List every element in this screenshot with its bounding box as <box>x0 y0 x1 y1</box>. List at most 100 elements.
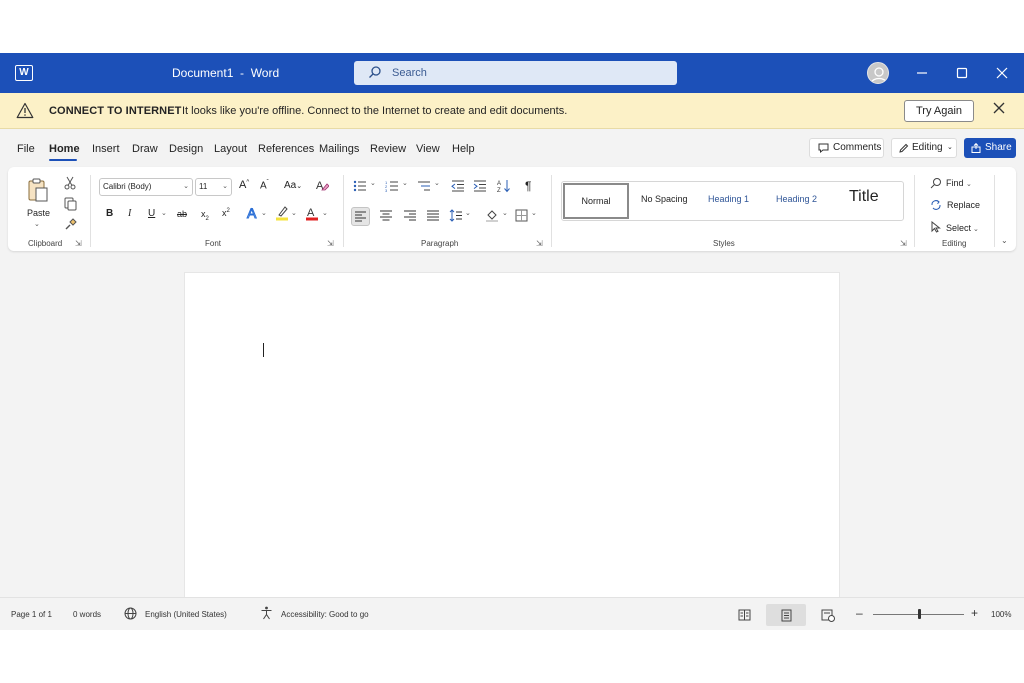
tab-view[interactable]: View <box>416 143 440 155</box>
style-heading-2[interactable]: Heading 2 <box>776 194 817 204</box>
decrease-indent-icon[interactable] <box>451 180 465 192</box>
zoom-slider-thumb[interactable] <box>917 609 921 619</box>
search-box[interactable]: Search <box>354 61 677 85</box>
tab-layout[interactable]: Layout <box>214 143 247 155</box>
borders-icon[interactable] <box>515 209 528 222</box>
collapse-ribbon-icon[interactable]: ⌄ <box>1001 236 1008 245</box>
zoom-out-icon[interactable]: – <box>856 606 863 620</box>
change-case-button[interactable]: Aa⌄ <box>284 180 302 191</box>
banner-close-icon[interactable] <box>993 102 1005 114</box>
highlight-icon[interactable] <box>275 205 289 221</box>
text-effects-icon[interactable]: A <box>246 205 260 221</box>
chevron-down-icon[interactable]: ⌄ <box>531 209 537 217</box>
web-layout-button[interactable] <box>808 604 848 626</box>
editing-mode-button[interactable]: Editing ⌄ <box>891 138 957 158</box>
chevron-down-icon[interactable]: ⌄ <box>502 209 508 217</box>
numbering-icon[interactable]: 123 <box>385 180 399 192</box>
print-layout-button[interactable] <box>766 604 806 626</box>
tab-insert[interactable]: Insert <box>92 143 120 155</box>
superscript-icon[interactable]: x2 <box>222 208 230 218</box>
select-button[interactable]: Select ⌄ <box>946 223 979 233</box>
page-count[interactable]: Page 1 of 1 <box>11 610 52 619</box>
paragraph-launcher-icon[interactable]: ⇲ <box>536 239 543 248</box>
document-page[interactable] <box>184 272 840 597</box>
font-color-icon[interactable]: A <box>305 205 319 221</box>
font-family-select[interactable]: Calibri (Body) ⌄ <box>99 178 193 196</box>
word-count[interactable]: 0 words <box>73 610 101 619</box>
account-avatar[interactable] <box>867 62 889 84</box>
read-mode-button[interactable] <box>724 604 764 626</box>
style-no-spacing[interactable]: No Spacing <box>641 194 688 204</box>
chevron-down-icon[interactable]: ⌄ <box>465 209 471 217</box>
format-painter-icon[interactable] <box>64 218 77 231</box>
minimize-icon[interactable] <box>912 63 932 83</box>
chevron-down-icon[interactable]: ⌄ <box>322 209 328 217</box>
underline-icon[interactable]: U <box>148 208 155 219</box>
chevron-down-icon[interactable]: ⌄ <box>161 209 167 217</box>
close-icon[interactable] <box>992 63 1012 83</box>
zoom-in-icon[interactable]: + <box>971 606 978 620</box>
paste-icon[interactable] <box>27 177 49 203</box>
bold-icon[interactable]: B <box>106 208 113 219</box>
ribbon-home: Paste ⌄ Clipboard ⇲ Calibri (Body) ⌄ 11 … <box>8 167 1016 251</box>
style-heading-1[interactable]: Heading 1 <box>708 194 749 204</box>
language-status[interactable]: English (United States) <box>145 610 227 619</box>
tab-mailings[interactable]: Mailings <box>319 143 359 155</box>
cut-icon[interactable] <box>64 176 76 190</box>
show-formatting-icon[interactable]: ¶ <box>525 179 531 193</box>
find-button[interactable]: Find ⌄ <box>946 178 972 188</box>
divider <box>343 175 344 247</box>
comments-button[interactable]: Comments <box>809 138 884 158</box>
clear-formatting-icon[interactable]: A <box>315 178 329 192</box>
replace-button[interactable]: Replace <box>947 200 980 210</box>
tab-home[interactable]: Home <box>49 143 80 155</box>
chevron-down-icon[interactable]: ⌄ <box>434 179 440 187</box>
align-right-icon[interactable] <box>403 209 417 222</box>
try-again-button[interactable]: Try Again <box>904 100 974 122</box>
tab-review[interactable]: Review <box>370 143 406 155</box>
style-title[interactable]: Title <box>849 188 879 206</box>
multilevel-list-icon[interactable] <box>417 180 431 192</box>
chevron-down-icon[interactable]: ⌄ <box>291 209 297 217</box>
shrink-font-icon[interactable]: Aˇ <box>260 180 269 191</box>
increase-indent-icon[interactable] <box>473 180 487 192</box>
styles-launcher-icon[interactable]: ⇲ <box>900 239 907 248</box>
find-icon[interactable] <box>930 177 942 189</box>
strikethrough-icon[interactable]: ab <box>177 209 187 219</box>
font-family-value: Calibri (Body) <box>103 182 152 191</box>
select-icon[interactable] <box>930 221 942 233</box>
tab-draw[interactable]: Draw <box>132 143 158 155</box>
font-size-select[interactable]: 11 ⌄ <box>195 178 232 196</box>
document-title: Document1 - Word <box>172 66 280 80</box>
tab-references[interactable]: References <box>258 143 314 155</box>
chevron-down-icon: ⌄ <box>296 183 303 190</box>
sort-icon[interactable]: AZ <box>497 179 511 193</box>
font-launcher-icon[interactable]: ⇲ <box>327 239 334 248</box>
share-button[interactable]: Share <box>964 138 1016 158</box>
paste-chevron-icon[interactable]: ⌄ <box>34 220 40 228</box>
zoom-level[interactable]: 100% <box>991 610 1011 619</box>
copy-icon[interactable] <box>64 197 77 211</box>
subscript-icon[interactable]: x2 <box>201 209 209 222</box>
align-center-icon[interactable] <box>379 209 393 222</box>
editing-mode-label: Editing <box>912 142 943 153</box>
line-spacing-icon[interactable] <box>449 209 463 222</box>
justify-icon[interactable] <box>426 209 440 222</box>
maximize-icon[interactable] <box>952 63 972 83</box>
chevron-down-icon[interactable]: ⌄ <box>261 209 267 217</box>
replace-icon[interactable] <box>930 199 942 211</box>
clipboard-launcher-icon[interactable]: ⇲ <box>75 239 82 248</box>
accessibility-status[interactable]: Accessibility: Good to go <box>281 610 369 619</box>
tab-file[interactable]: File <box>17 143 35 155</box>
paste-label[interactable]: Paste <box>27 208 50 218</box>
style-normal[interactable]: Normal <box>563 183 629 219</box>
chevron-down-icon[interactable]: ⌄ <box>370 179 376 187</box>
shading-icon[interactable] <box>485 208 499 222</box>
tab-design[interactable]: Design <box>169 143 203 155</box>
tab-help[interactable]: Help <box>452 143 475 155</box>
chevron-down-icon[interactable]: ⌄ <box>402 179 408 187</box>
align-left-button[interactable] <box>351 207 370 226</box>
grow-font-icon[interactable]: A^ <box>239 179 249 191</box>
bullets-icon[interactable] <box>353 180 367 192</box>
italic-icon[interactable]: I <box>128 208 131 219</box>
